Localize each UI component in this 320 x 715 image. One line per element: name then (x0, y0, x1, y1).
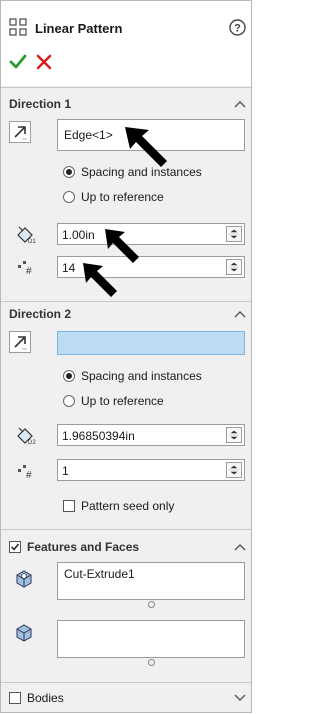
section-divider (1, 682, 251, 683)
instances-count-icon: # (18, 261, 32, 277)
section-divider (1, 87, 251, 88)
features-list-box[interactable]: Cut-Extrude1 (57, 562, 245, 600)
direction2-header[interactable]: Direction 2 (9, 307, 71, 321)
help-icon[interactable]: ? (229, 19, 246, 36)
reverse-direction-icon (14, 336, 27, 350)
reverse-direction-icon (14, 126, 27, 140)
direction1-spacing-input[interactable]: 1.00in (57, 223, 245, 245)
direction1-radio-up-to-label: Up to reference (81, 190, 164, 204)
direction2-reference-field[interactable] (57, 331, 245, 355)
reverse-direction-button[interactable] (9, 121, 31, 143)
spinner-arrows-icon[interactable] (226, 226, 242, 242)
direction2-radio-up-to[interactable] (63, 395, 75, 407)
linear-pattern-icon (9, 18, 27, 36)
direction1-reference-value: Edge<1> (64, 128, 113, 142)
direction2-radio-spacing[interactable] (63, 370, 75, 382)
resize-handle-icon[interactable] (148, 659, 155, 666)
direction1-header[interactable]: Direction 1 (9, 97, 71, 111)
svg-text:#: # (26, 470, 32, 481)
features-faces-checkbox[interactable] (9, 541, 21, 553)
features-icon (16, 570, 32, 588)
section-divider (1, 529, 251, 530)
direction1-spacing-value: 1.00in (62, 228, 95, 242)
chevron-up-icon[interactable] (234, 100, 246, 108)
spinner-arrows-icon[interactable] (226, 259, 242, 275)
svg-text:D1: D1 (28, 239, 36, 245)
resize-handle-icon[interactable] (148, 601, 155, 608)
direction1-radio-up-to[interactable] (63, 191, 75, 203)
svg-text:?: ? (234, 23, 241, 35)
chevron-up-icon[interactable] (234, 310, 246, 318)
svg-text:#: # (26, 266, 32, 277)
panel-header: Linear Pattern ? (1, 1, 251, 86)
direction1-radio-spacing[interactable] (63, 166, 75, 178)
spacing-d2-icon: D2 (17, 427, 36, 446)
direction2-instances-input[interactable]: 1 (57, 459, 245, 481)
instances-count-icon: # (18, 465, 32, 481)
pattern-seed-only-label: Pattern seed only (81, 499, 175, 513)
spacing-d1-icon: D1 (17, 226, 36, 245)
faces-icon (16, 624, 32, 642)
checkmark-icon (10, 543, 20, 551)
property-manager-panel: Linear Pattern ? Direction 1 Edge<1> Spa… (0, 0, 252, 713)
faces-list-box[interactable] (57, 620, 245, 658)
bodies-checkbox[interactable] (9, 692, 21, 704)
direction2-radio-spacing-label: Spacing and instances (81, 369, 202, 383)
direction2-radio-up-to-label: Up to reference (81, 394, 164, 408)
spinner-arrows-icon[interactable] (226, 427, 242, 443)
spinner-arrows-icon[interactable] (226, 462, 242, 478)
cancel-close-icon[interactable] (35, 53, 53, 71)
svg-text:D2: D2 (28, 440, 36, 446)
pattern-seed-only-checkbox[interactable] (63, 500, 75, 512)
bodies-header[interactable]: Bodies (27, 691, 64, 705)
direction1-instances-value: 14 (62, 261, 76, 275)
ok-check-icon[interactable] (9, 53, 27, 71)
feature-list-item[interactable]: Cut-Extrude1 (64, 567, 135, 581)
annotation-arrow-icon (83, 263, 117, 297)
chevron-down-icon[interactable] (234, 694, 246, 702)
direction2-spacing-input[interactable]: 1.96850394in (57, 424, 245, 446)
features-faces-header[interactable]: Features and Faces (27, 540, 139, 554)
reverse-direction-button[interactable] (9, 331, 31, 353)
section-divider (1, 301, 251, 302)
chevron-up-icon[interactable] (234, 543, 246, 551)
direction2-spacing-value: 1.96850394in (62, 429, 135, 443)
panel-title: Linear Pattern (35, 21, 123, 36)
direction2-instances-value: 1 (62, 464, 69, 478)
annotation-arrow-icon (125, 127, 167, 167)
